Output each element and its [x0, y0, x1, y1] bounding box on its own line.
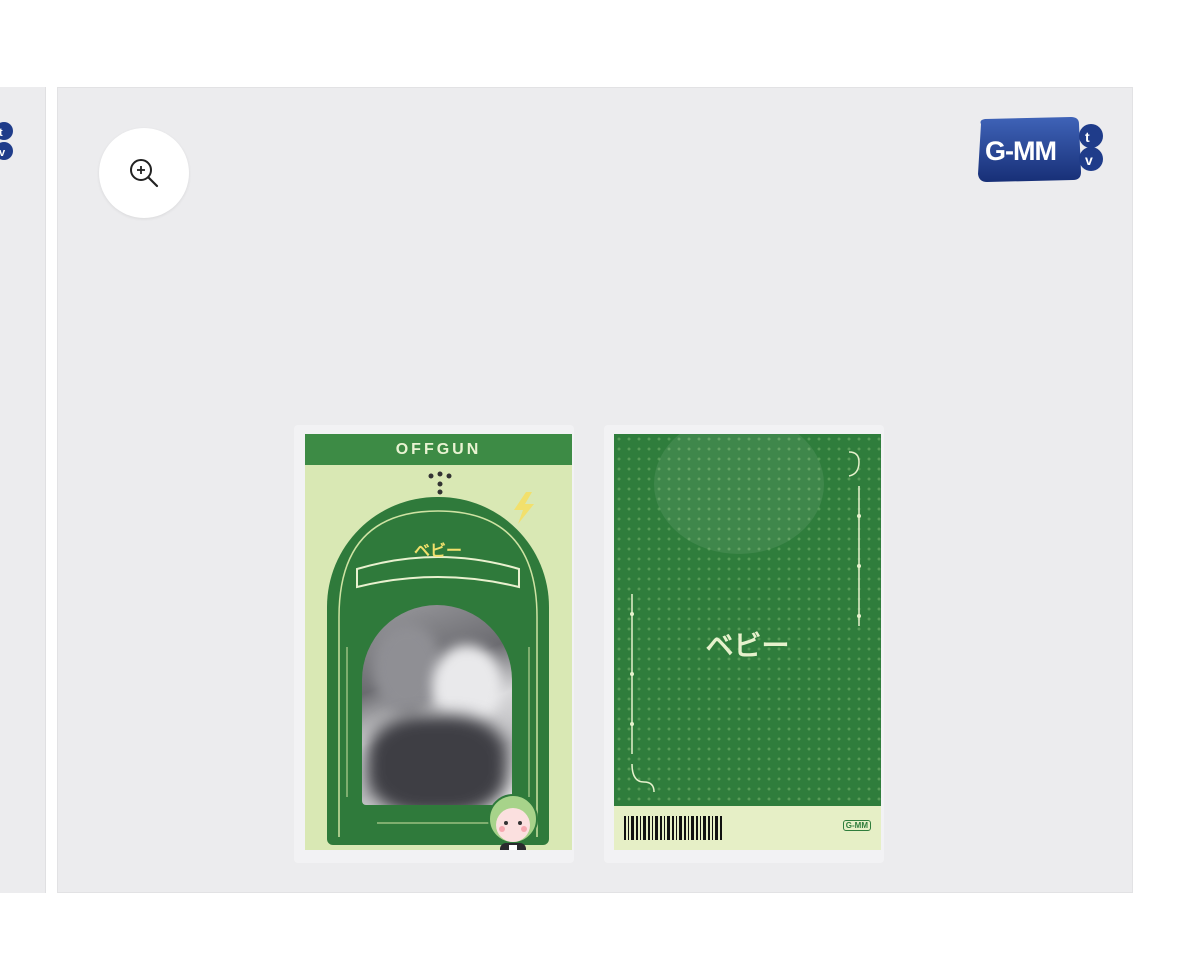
front-card: OFFGUN ベビー [305, 434, 572, 850]
back-card-strip: G-MM [614, 806, 881, 850]
front-card-header: OFFGUN [305, 434, 572, 465]
gmmtv-logo-partial: t v [0, 122, 13, 160]
front-card-title: ベビー [413, 543, 462, 560]
back-card-title: ベビー [705, 630, 790, 661]
back-card: ベビー G-MM [614, 434, 881, 850]
svg-text:v: v [0, 147, 6, 159]
member-photo [362, 605, 512, 805]
previous-slide[interactable]: t v [0, 87, 46, 893]
svg-text:t: t [0, 127, 3, 139]
zoom-in-icon [130, 159, 159, 188]
product-image-slide: G-MM t v OFFGUN ベビー ベビー G-MM [57, 87, 1133, 893]
zoom-button[interactable] [99, 128, 189, 218]
mascot-character-icon [488, 794, 538, 850]
gmmtv-logo: G-MM t v [975, 114, 1110, 189]
svg-text:t: t [1085, 129, 1090, 145]
svg-text:v: v [1085, 152, 1093, 168]
ornament-right-icon [848, 451, 861, 626]
barcode-icon [624, 816, 722, 840]
mini-gmmtv-logo: G-MM [842, 820, 871, 831]
svg-text:G-MM: G-MM [985, 136, 1056, 166]
